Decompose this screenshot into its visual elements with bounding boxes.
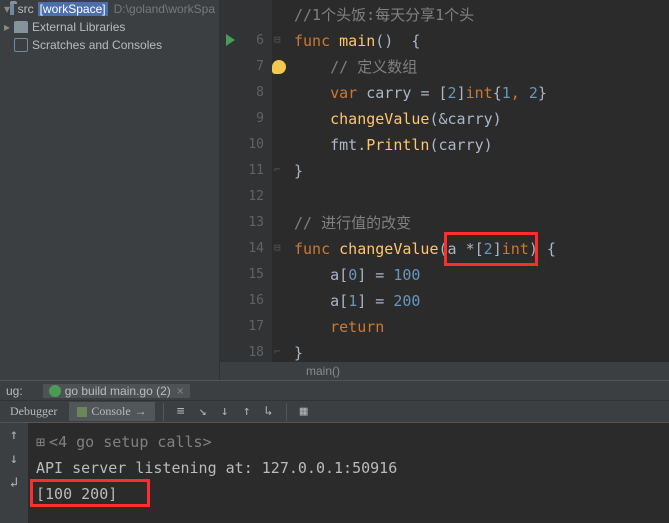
fold-minus-icon[interactable]: ⊟	[274, 241, 281, 254]
tab-console-label: Console	[91, 404, 130, 419]
line-number: 16	[220, 288, 272, 314]
line-number: 12	[220, 184, 272, 210]
line-number: 7	[220, 54, 272, 80]
soft-wrap-icon[interactable]: ↲	[10, 475, 18, 491]
line-number: 6	[220, 28, 272, 54]
code-line: //1个头饭:每天分享1个头	[294, 2, 669, 28]
console-line: API server listening at: 127.0.0.1:50916	[36, 455, 661, 481]
console-line: [100 200]	[36, 481, 661, 507]
debug-tool-window[interactable]: ug: go build main.go (2) × Debugger Cons…	[0, 380, 669, 523]
console-output[interactable]: ⊞<4 go setup calls> API server listening…	[28, 423, 669, 523]
external-libraries-label: External Libraries	[32, 20, 125, 34]
external-libraries[interactable]: ▸ External Libraries	[0, 18, 219, 36]
run-config-name: go build main.go (2)	[65, 384, 171, 398]
console-toolbar: ↑ ↓ ↲	[0, 423, 28, 523]
code-line: a[1] = 200	[294, 288, 669, 314]
code-line: changeValue(&carry)	[294, 106, 669, 132]
line-number: 14	[220, 236, 272, 262]
up-arrow-icon[interactable]: ↑	[10, 427, 18, 443]
code-line: var carry = [2]int{1, 2}	[294, 80, 669, 106]
code-line: func main() {	[294, 28, 669, 54]
project-root-path: D:\goland\workSpa	[114, 2, 215, 16]
line-number: 10	[220, 132, 272, 158]
down-arrow-icon[interactable]: ↓	[10, 451, 18, 467]
code-area[interactable]: //1个头饭:每天分享1个头 func main() { // 定义数组 var…	[294, 0, 669, 380]
line-number: 9	[220, 106, 272, 132]
line-number: 17	[220, 314, 272, 340]
debug-tabs-row: ug: go build main.go (2) ×	[0, 381, 669, 401]
tab-debugger[interactable]: Debugger	[2, 402, 65, 421]
step-into-icon[interactable]: ↘	[194, 403, 212, 421]
line-number: 13	[220, 210, 272, 236]
bug-icon	[49, 385, 61, 397]
expand-icon[interactable]: ⊞	[36, 433, 45, 451]
line-number: 15	[220, 262, 272, 288]
code-line: // 进行值的改变	[294, 210, 669, 236]
fold-end-icon[interactable]: ⌐	[274, 163, 281, 176]
code-line	[294, 184, 669, 210]
line-number: 8	[220, 80, 272, 106]
folder-icon	[10, 3, 14, 15]
run-config-tab[interactable]: go build main.go (2) ×	[43, 384, 190, 398]
code-line: // 定义数组	[294, 54, 669, 80]
library-icon	[14, 21, 28, 33]
intention-bulb-icon[interactable]	[272, 60, 286, 74]
code-line: a[0] = 100	[294, 262, 669, 288]
console-body: ↑ ↓ ↲ ⊞<4 go setup calls> API server lis…	[0, 423, 669, 523]
line-number-gutter[interactable]: 6 7 8 9 10 11 12 13 14 15 16 17 18	[220, 0, 272, 380]
project-root-name: src	[18, 2, 34, 16]
breadcrumb[interactable]: main()	[220, 362, 669, 380]
debug-subtabs: Debugger Console → ≡ ↘ ↓ ↑ ↳ ▦	[0, 401, 669, 423]
editor[interactable]: 6 7 8 9 10 11 12 13 14 15 16 17 18 ⊟ ⌐ ⊟…	[220, 0, 669, 380]
tab-console[interactable]: Console →	[69, 402, 154, 421]
fold-end-icon[interactable]: ⌐	[274, 345, 281, 358]
step-over-icon[interactable]: ≡	[172, 403, 190, 421]
separator	[286, 403, 287, 421]
close-icon[interactable]: ×	[177, 384, 184, 398]
line-number	[220, 2, 272, 28]
chevron-right-icon: ▸	[4, 20, 14, 34]
console-line: ⊞<4 go setup calls>	[36, 429, 661, 455]
code-line: fmt.Println(carry)	[294, 132, 669, 158]
editor-margin: ⊟ ⌐ ⊟ ⌐	[272, 0, 294, 380]
separator	[163, 403, 164, 421]
project-root[interactable]: ▾ src [workSpace] D:\goland\workSpa	[0, 0, 219, 18]
fold-minus-icon[interactable]: ⊟	[274, 33, 281, 46]
scratches-icon	[14, 38, 28, 52]
run-line-marker-icon[interactable]	[226, 34, 235, 46]
console-icon	[77, 407, 87, 417]
step-out-icon[interactable]: ↑	[238, 403, 256, 421]
code-line: func changeValue(a *[2]int) {	[294, 236, 669, 262]
project-tool-window[interactable]: ▾ src [workSpace] D:\goland\workSpa ▸ Ex…	[0, 0, 220, 380]
project-root-badge: [workSpace]	[38, 2, 108, 16]
code-line: }	[294, 158, 669, 184]
run-to-cursor-icon[interactable]: ↳	[260, 403, 278, 421]
code-line: return	[294, 314, 669, 340]
evaluate-expression-icon[interactable]: ▦	[295, 403, 313, 421]
scratches-label: Scratches and Consoles	[32, 38, 162, 52]
debug-label-partial: ug:	[0, 384, 29, 398]
step-force-into-icon[interactable]: ↓	[216, 403, 234, 421]
arrow-right-icon: →	[135, 404, 147, 419]
line-number: 11	[220, 158, 272, 184]
scratches-node[interactable]: Scratches and Consoles	[0, 36, 219, 54]
